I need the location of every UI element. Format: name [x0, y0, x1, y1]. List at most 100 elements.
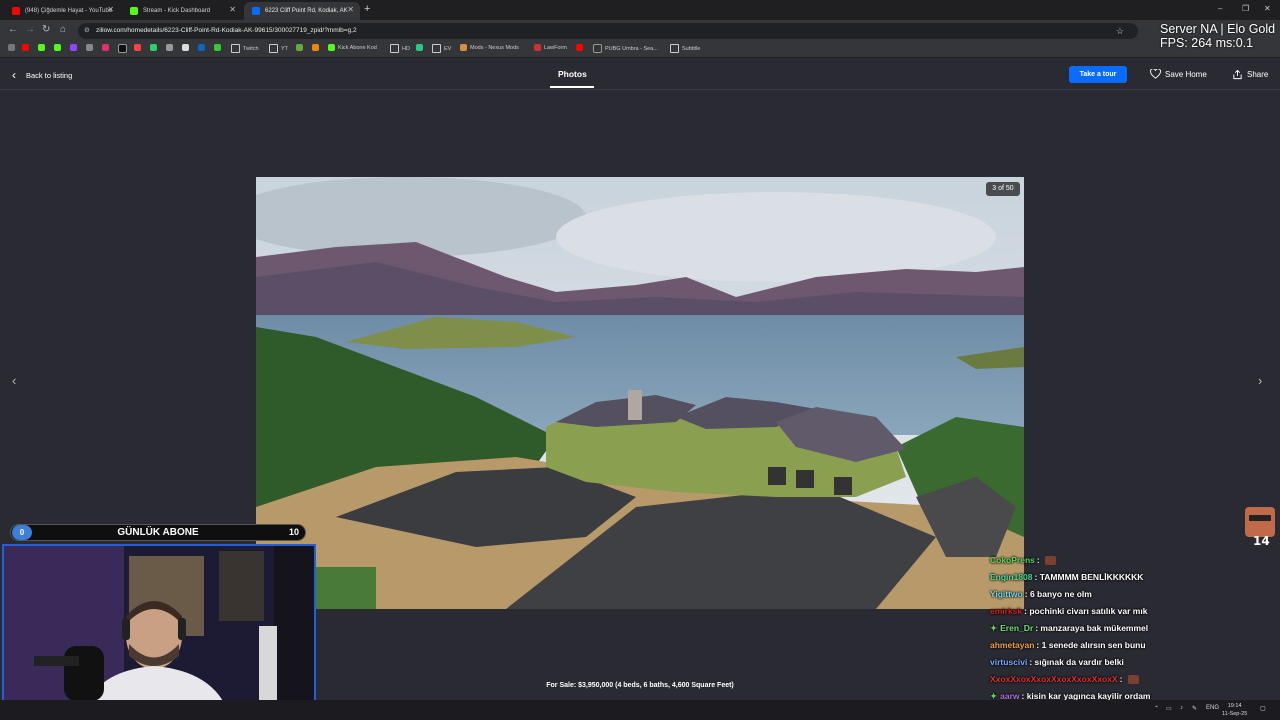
bookmark-star-icon[interactable]: ☆ — [1116, 23, 1124, 39]
pubg-icon — [593, 44, 602, 53]
bookmark-folder-subtitle[interactable]: Subtitle — [670, 44, 700, 53]
bookmark-folder-ev[interactable]: EV — [432, 44, 451, 53]
bookmark-youtube-icon[interactable] — [22, 44, 32, 51]
bookmark-nexus-mods[interactable]: Mods - Nexus Mods — [460, 44, 519, 51]
tab-photos[interactable]: Photos — [558, 69, 587, 79]
emote-icon — [1045, 556, 1057, 566]
bookmark-icon[interactable] — [86, 44, 96, 51]
take-a-tour-button[interactable]: Take a tour — [1069, 66, 1127, 83]
bookmark-icon[interactable] — [296, 44, 306, 51]
house-photo-image — [256, 177, 1024, 609]
taskbar-clock[interactable]: 19:14 11-Sep-25 — [1222, 702, 1247, 718]
zillow-icon — [252, 7, 260, 15]
bookmark-folder-yt[interactable]: YT — [269, 44, 288, 53]
browser-tab-bar: (948) Çiğdemle Hayat - YouTube ✕ Stream … — [0, 0, 1280, 20]
bookmark-kick-abone-kod[interactable]: Kick Abone Kod — [328, 44, 377, 51]
chevron-right-icon: › — [1258, 373, 1263, 388]
save-home-button[interactable]: Save Home — [1150, 69, 1207, 79]
pen-icon[interactable]: ✎ — [1192, 705, 1197, 712]
new-tab-icon[interactable]: + — [364, 3, 370, 15]
bookmark-icon[interactable] — [416, 44, 426, 51]
streamer-webcam-image — [4, 546, 314, 714]
home-icon[interactable]: ⌂ — [60, 24, 66, 35]
url-text: zillow.com/homedetails/6223-Cliff-Point-… — [96, 27, 357, 34]
bookmark-lawform[interactable]: LawForm — [534, 44, 567, 51]
fps-info: FPS: 264 ms:0.1 — [1160, 36, 1254, 50]
bookmark-apps-icon[interactable] — [8, 44, 18, 51]
bookmark-tumblr-icon[interactable] — [134, 44, 144, 51]
stream-chat: CokoPrens: Engin1808: TAMMMM BENLİKKKKKK… — [990, 552, 1280, 705]
notification-icon[interactable]: ▢ — [1260, 705, 1266, 712]
close-tab-icon[interactable]: ✕ — [229, 5, 236, 14]
browser-tab-kick[interactable]: Stream - Kick Dashboard ✕ — [122, 2, 242, 20]
bookmark-icon[interactable] — [576, 44, 586, 51]
tray-chevron-up-icon[interactable]: ⌃ — [1154, 705, 1159, 712]
bookmark-pubg-umbra[interactable]: PUBG Umbra - Sea... — [593, 44, 658, 53]
save-label: Save Home — [1165, 69, 1207, 79]
clock-date: 11-Sep-25 — [1222, 711, 1248, 717]
chat-username: Eren_Dr — [1000, 623, 1034, 633]
kick-icon — [130, 7, 138, 15]
close-window-icon[interactable]: ✕ — [1264, 4, 1271, 13]
share-button[interactable]: Share — [1232, 69, 1268, 80]
badge-icon: ✦ — [990, 623, 998, 633]
back-to-listing-button[interactable]: ‹ Back to listing — [12, 68, 72, 82]
bookmark-icon[interactable] — [38, 44, 48, 51]
site-info-icon[interactable]: ⚙ — [84, 23, 90, 39]
back-arrow-icon[interactable]: ← — [8, 24, 18, 35]
tab-title: 6223 Cliff Point Rd, Kodiak, AK — [265, 8, 348, 14]
chat-message: ahmetayan: 1 senede alırsın sen bunu — [990, 640, 1146, 650]
minimize-icon[interactable]: – — [1218, 4, 1222, 13]
chevron-left-icon: ‹ — [12, 373, 17, 388]
bookmark-folder-hd[interactable]: HD — [390, 44, 410, 53]
bookmark-whatsapp-icon[interactable] — [150, 44, 160, 51]
chat-message: Engin1808: TAMMMM BENLİKKKKKK — [990, 572, 1144, 582]
close-tab-icon[interactable]: ✕ — [347, 5, 354, 14]
address-bar[interactable]: ⚙ zillow.com/homedetails/6223-Cliff-Poin… — [78, 23, 1138, 39]
listing-photo[interactable] — [256, 177, 1024, 609]
folder-icon — [432, 44, 441, 53]
back-label: Back to listing — [26, 70, 73, 80]
chat-message: CokoPrens: — [990, 552, 1280, 569]
bookmark-icon[interactable] — [312, 44, 322, 51]
chevron-left-icon: ‹ — [12, 68, 16, 82]
bookmark-folder-twitch[interactable]: Twitch — [231, 44, 259, 53]
next-photo-button[interactable]: › — [1258, 373, 1262, 388]
chat-username: emirksk — [990, 606, 1023, 616]
emote-icon — [1127, 675, 1139, 685]
bookmark-icon[interactable] — [166, 44, 176, 51]
reload-icon[interactable]: ↻ — [42, 24, 50, 35]
volume-icon[interactable]: ♪ — [1180, 705, 1183, 711]
chat-username: XxoxXxoxXxoxXxoxXxoxXxoxX — [990, 674, 1118, 684]
bookmark-linkedin-icon[interactable] — [198, 44, 208, 51]
browser-tab-zillow[interactable]: 6223 Cliff Point Rd, Kodiak, AK ✕ — [244, 2, 360, 20]
chat-username: Yigittwo — [990, 589, 1023, 599]
webcam-overlay — [2, 544, 316, 716]
sub-goal-target: 10 — [288, 527, 299, 537]
heart-icon — [1150, 69, 1161, 79]
bookmark-icon[interactable] — [214, 44, 224, 51]
folder-icon — [269, 44, 278, 53]
previous-photo-button[interactable]: ‹ — [12, 373, 16, 388]
close-tab-icon[interactable]: ✕ — [107, 5, 114, 14]
language-indicator[interactable]: ENG — [1206, 705, 1219, 711]
streamer-emote-icon: 14 — [1243, 505, 1277, 548]
chat-message: Yigittwo: 6 banyo ne olm — [990, 589, 1092, 599]
bookmark-icon[interactable] — [70, 44, 80, 51]
bookmark-instagram-icon[interactable] — [102, 44, 112, 51]
tab-title: Stream - Kick Dashboard — [143, 8, 211, 14]
maximize-icon[interactable]: ❐ — [1242, 4, 1249, 13]
chat-username: ahmetayan — [990, 640, 1035, 650]
chat-username: CokoPrens — [990, 555, 1035, 565]
browser-tab-youtube[interactable]: (948) Çiğdemle Hayat - YouTube ✕ — [4, 2, 120, 20]
stream-stats-overlay: Server NA | Elo Gold FPS: 264 ms:0.1 — [1160, 22, 1275, 50]
chat-message: XxoxXxoxXxoxXxoxXxoxXxoxX: — [990, 671, 1280, 688]
bookmark-icon[interactable] — [182, 44, 192, 51]
chat-message: virtuscivi: sığınak da vardır belki — [990, 657, 1124, 667]
bookmark-x-icon[interactable] — [118, 44, 130, 53]
forward-arrow-icon[interactable]: → — [25, 24, 35, 35]
network-icon[interactable]: ▭ — [1166, 705, 1172, 712]
bookmarks-bar: Twitch YT Kick Abone Kod HD EV Mods - Ne… — [0, 42, 1280, 58]
active-tab-indicator — [550, 86, 594, 88]
bookmark-kick-icon[interactable] — [54, 44, 64, 51]
